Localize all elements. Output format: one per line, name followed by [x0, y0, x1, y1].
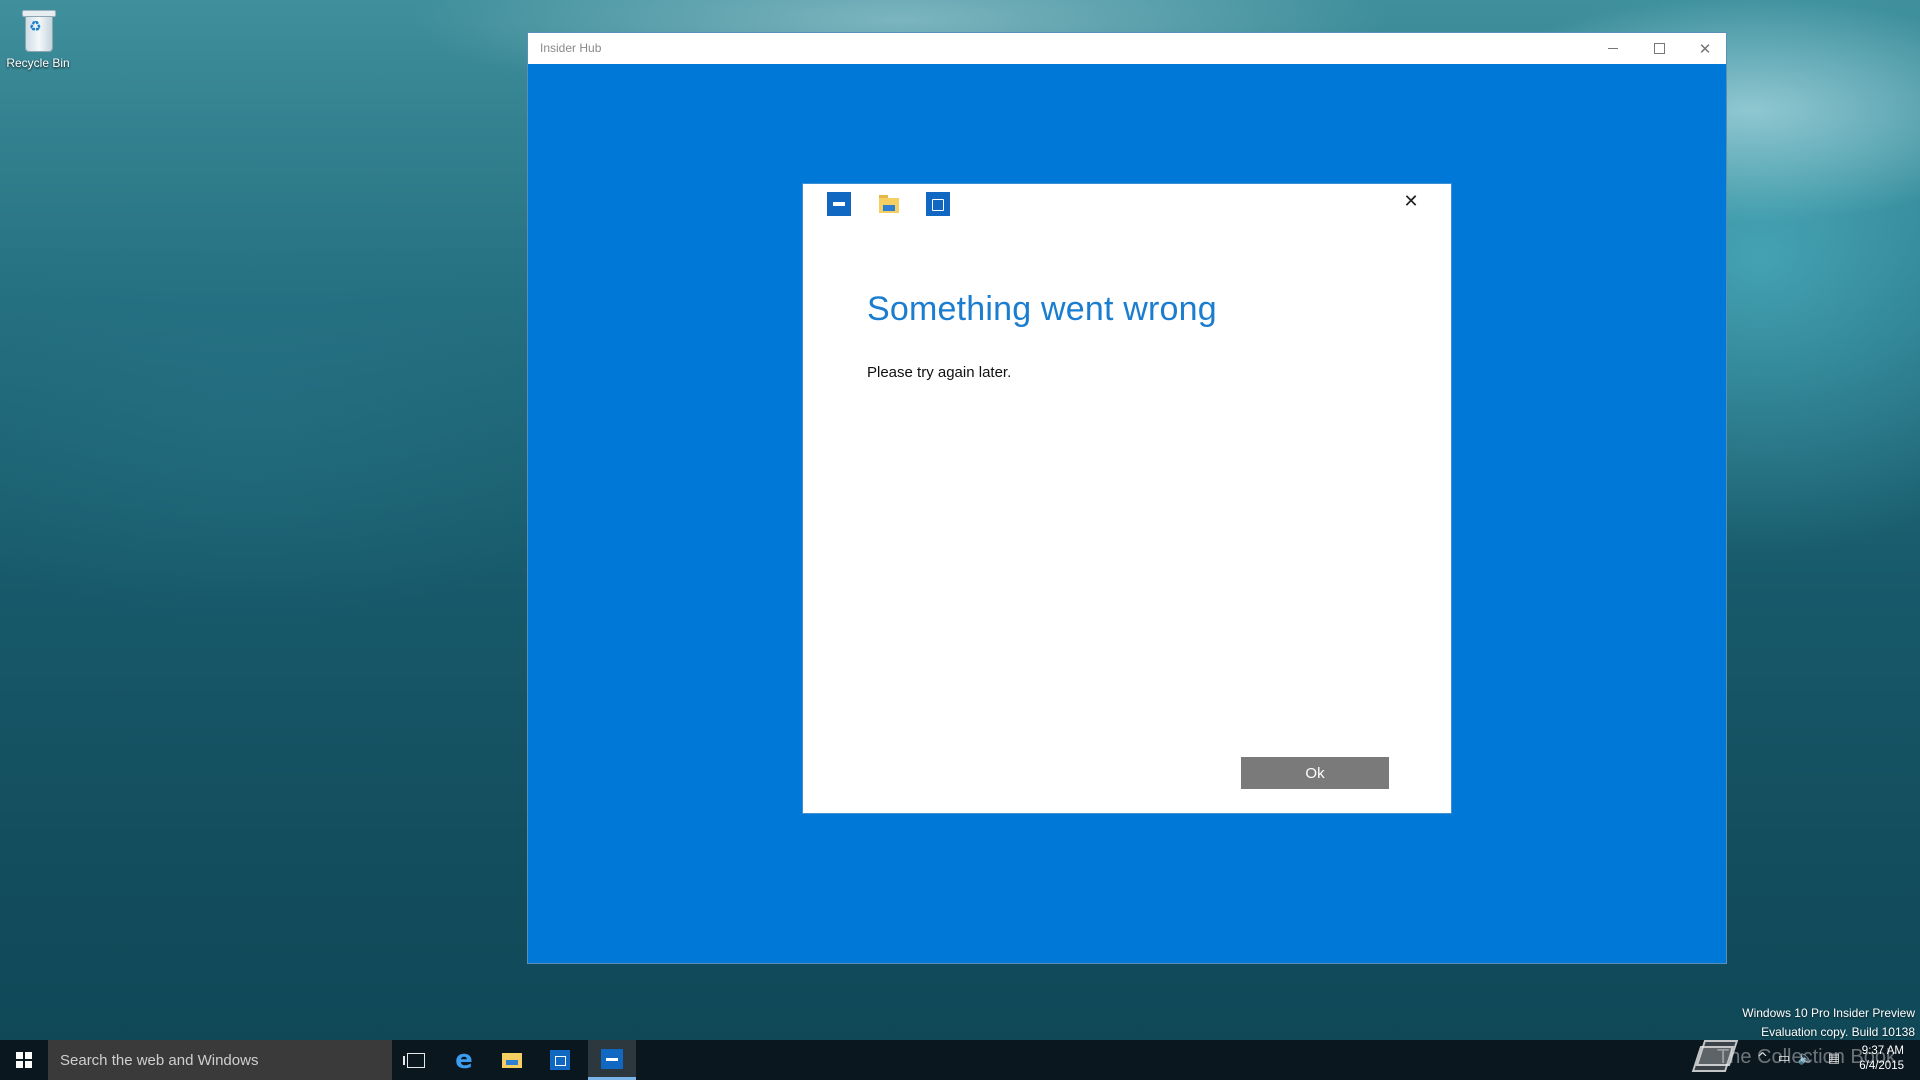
- dialog-message: Please try again later.: [867, 364, 1012, 381]
- taskbar: Search the web and Windows e The Collect…: [0, 1040, 1920, 1080]
- store-icon: [550, 1050, 570, 1070]
- window-close-button[interactable]: ✕: [1682, 33, 1728, 64]
- insider-hub-icon: [827, 192, 851, 216]
- chevron-up-icon[interactable]: ^: [1757, 1051, 1768, 1066]
- windows-logo-icon: [16, 1052, 32, 1068]
- close-icon: ✕: [1403, 191, 1419, 212]
- insider-hub-icon: [601, 1048, 623, 1069]
- desktop-icon-label: Recycle Bin: [6, 56, 70, 70]
- search-placeholder: Search the web and Windows: [60, 1052, 259, 1069]
- window-title: Insider Hub: [540, 41, 602, 55]
- dialog-close-button[interactable]: ✕: [1391, 190, 1431, 214]
- store-taskbar-button[interactable]: [536, 1040, 584, 1080]
- ok-button[interactable]: Ok: [1241, 757, 1389, 789]
- minimize-button[interactable]: [1590, 33, 1636, 64]
- edge-icon: e: [455, 1045, 473, 1075]
- maximize-button[interactable]: [1636, 33, 1682, 64]
- dialog-title: Something went wrong: [867, 290, 1217, 328]
- edge-taskbar-button[interactable]: e: [440, 1040, 488, 1080]
- file-explorer-taskbar-button[interactable]: [488, 1040, 536, 1080]
- search-box[interactable]: Search the web and Windows: [48, 1040, 392, 1080]
- insider-hub-taskbar-button[interactable]: [588, 1040, 636, 1080]
- window-titlebar[interactable]: Insider Hub ✕: [528, 33, 1726, 64]
- watermark-edition: Windows 10 Pro Insider Preview: [1742, 1006, 1915, 1020]
- clock-time: 9:37 AM: [1861, 1045, 1904, 1057]
- build-watermark: Windows 10 Pro Insider Preview Evaluatio…: [1742, 1004, 1915, 1042]
- clock-date: 6/4/2015: [1859, 1060, 1904, 1072]
- task-view-button[interactable]: [392, 1040, 440, 1080]
- recycle-bin-icon: ♻: [20, 8, 56, 52]
- file-explorer-icon: [877, 192, 901, 216]
- start-button[interactable]: [0, 1040, 48, 1080]
- network-icon[interactable]: ▭: [1778, 1051, 1790, 1066]
- store-icon: [926, 192, 950, 216]
- minimize-icon: [1608, 48, 1618, 49]
- notifications-icon[interactable]: ▤: [1828, 1051, 1840, 1066]
- task-view-icon: [403, 1052, 425, 1068]
- close-icon: ✕: [1698, 39, 1712, 58]
- file-explorer-icon: [502, 1052, 522, 1068]
- system-tray: The Collection Book ^ ▭ 🔈 ▤ 9:37 AM 6/4/…: [1320, 1040, 1920, 1080]
- maximize-icon: [1653, 43, 1665, 54]
- desktop-icon-recycle-bin[interactable]: ♻ Recycle Bin: [4, 8, 72, 70]
- error-dialog: ✕ Something went wrong Please try again …: [802, 183, 1452, 814]
- volume-icon[interactable]: 🔈: [1798, 1051, 1814, 1066]
- clock[interactable]: 9:37 AM 6/4/2015: [1859, 1044, 1904, 1074]
